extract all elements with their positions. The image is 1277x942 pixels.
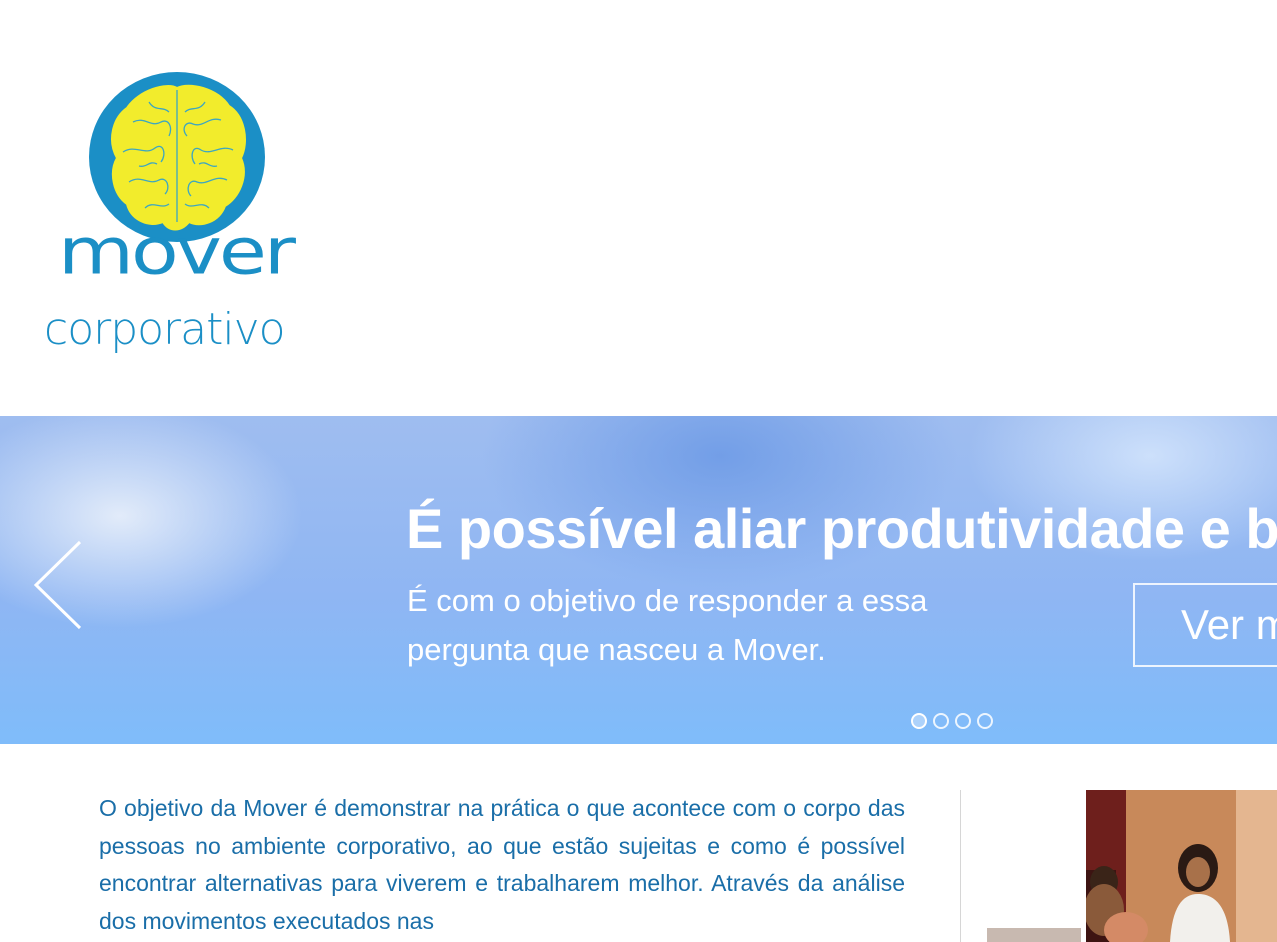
hero-subtitle: É com o objetivo de responder a essa per… <box>407 583 928 667</box>
hero-title: É possível aliar produtividade e bem-est… <box>406 497 1277 560</box>
ver-mais-button[interactable]: Ver mais <box>1133 583 1277 667</box>
slider-dot-3[interactable] <box>955 713 971 729</box>
slider-dot-2[interactable] <box>933 713 949 729</box>
slider-dot-1[interactable] <box>911 713 927 729</box>
hero-slider: É possível aliar produtividade e bem-est… <box>0 416 1277 744</box>
content-divider <box>960 790 961 942</box>
site-header: mover corporativo <box>0 0 1277 416</box>
mover-corporativo-logo[interactable]: mover corporativo <box>40 70 320 380</box>
slider-dot-4[interactable] <box>977 713 993 729</box>
logo-word-corporativo: corporativo <box>44 304 286 355</box>
slider-pagination <box>911 713 993 729</box>
slider-prev-arrow-icon[interactable] <box>32 540 84 635</box>
workshop-photo[interactable] <box>1086 790 1277 942</box>
intro-paragraph: O objetivo da Mover é demonstrar na prát… <box>99 795 905 934</box>
gallery-thumbnail[interactable] <box>987 928 1081 942</box>
logo-word-mover: mover <box>58 215 296 289</box>
